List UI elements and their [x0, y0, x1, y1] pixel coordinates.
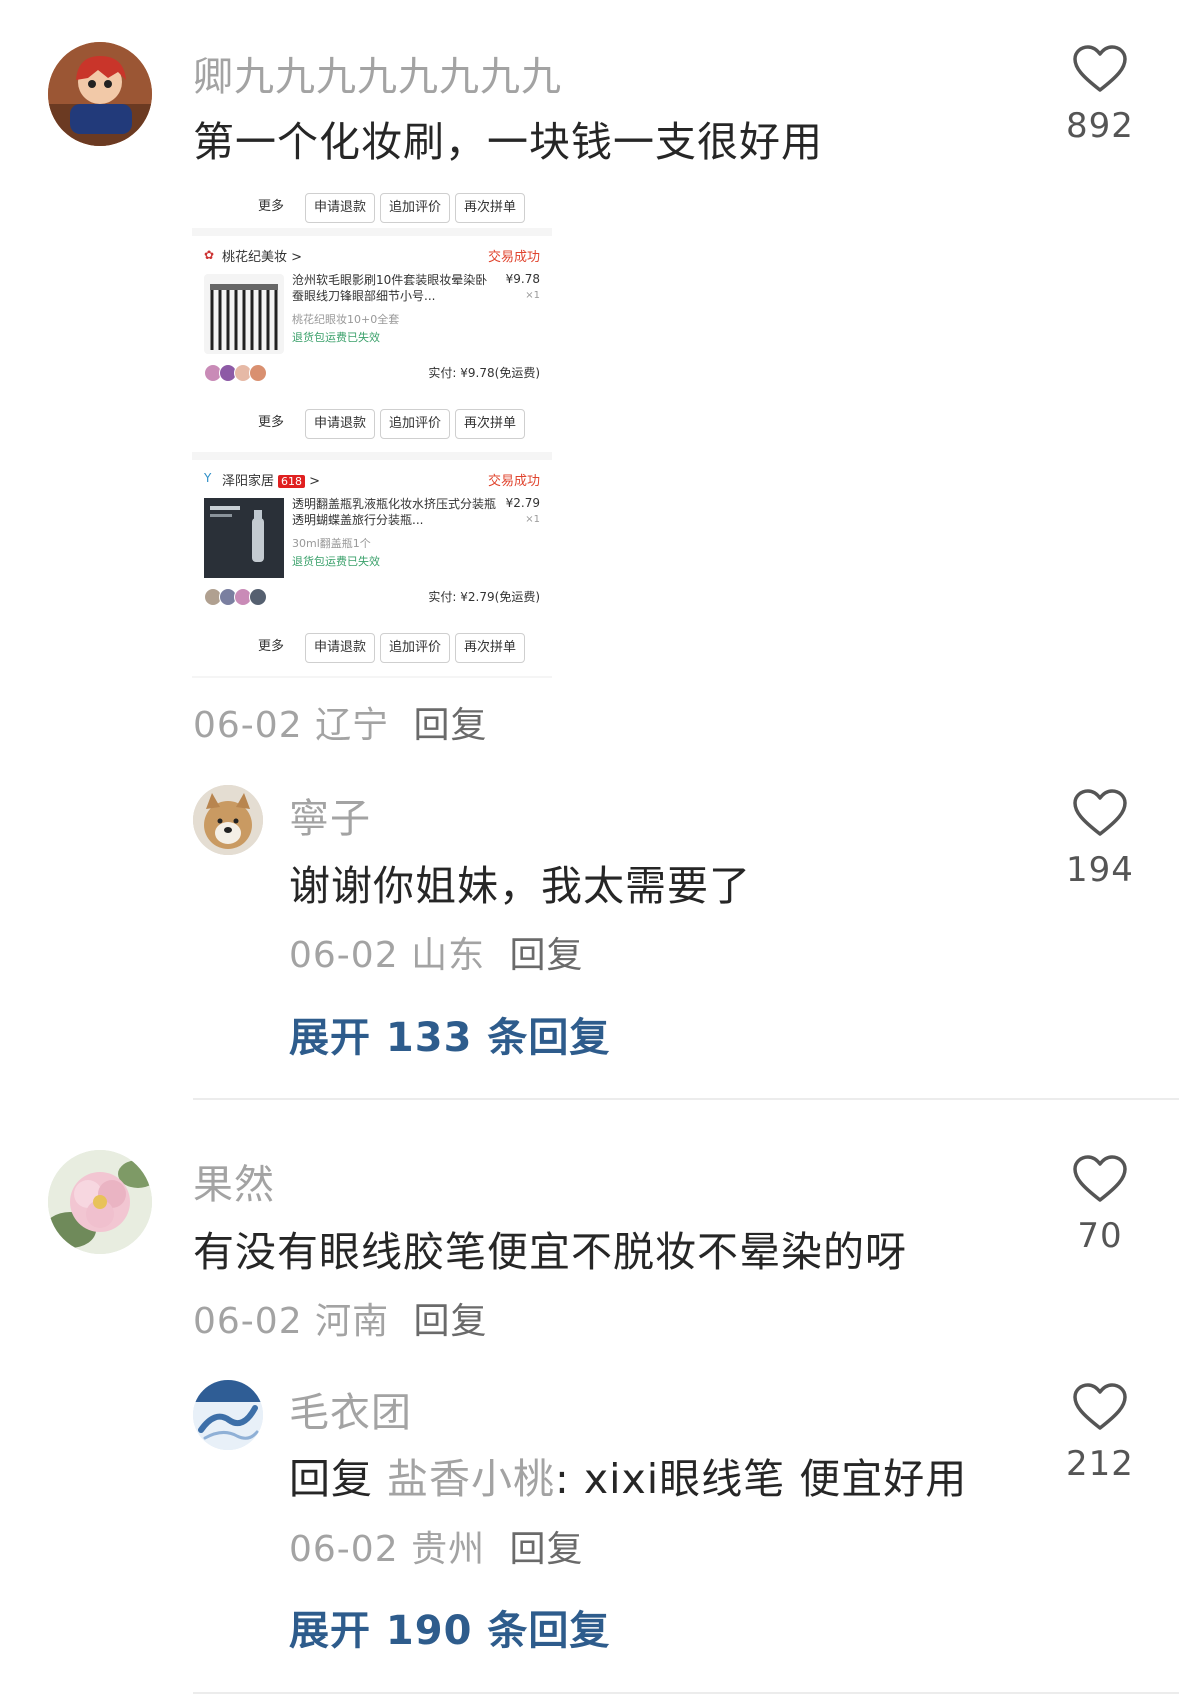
- comment-text: 谢谢你姐妹，我太需要了: [289, 862, 751, 910]
- username[interactable]: 卿九九九九九九九九: [193, 44, 562, 102]
- product-thumbnail: [204, 498, 284, 578]
- like-count: 212: [1066, 1444, 1134, 1484]
- comment-text: 有没有眼线胶笔便宜不脱妆不晕染的呀: [193, 1228, 907, 1276]
- buyer-avatars: [204, 588, 267, 606]
- shop-name: 桃花纪美妆 >: [222, 250, 303, 265]
- comment-location: 辽宁: [315, 705, 390, 746]
- paid-amount: 实付: ¥2.79(免运费): [428, 590, 540, 604]
- promo-badge: 618: [278, 475, 306, 488]
- heart-icon: [1073, 789, 1127, 836]
- like-button[interactable]: 194: [1040, 788, 1160, 890]
- username[interactable]: 果然: [193, 1152, 275, 1210]
- product-title: 沧州软毛眼影刷10件套装眼妆晕染卧蚕眼线刀锋眼部细节小号...: [292, 273, 488, 303]
- comment-meta: 06-02 山东 回复: [289, 926, 584, 978]
- more-button: 更多: [258, 639, 285, 654]
- divider: [193, 1098, 1179, 1100]
- product-qty: ×1: [525, 290, 540, 301]
- rebuy-button: 再次拼单: [455, 633, 525, 663]
- comment-date: 06-02: [193, 705, 303, 746]
- shop-icon: ✿: [204, 248, 215, 262]
- product-title: 透明翻盖瓶乳液瓶化妆水挤压式分装瓶透明蝴蝶盖旅行分装瓶...: [292, 497, 497, 527]
- username[interactable]: 毛衣团: [289, 1380, 412, 1438]
- more-button: 更多: [258, 199, 285, 214]
- heart-icon: [1073, 1155, 1127, 1202]
- comment-date: 06-02: [193, 1301, 303, 1342]
- product-price: ¥9.78: [505, 272, 540, 286]
- buyer-avatars: [204, 364, 267, 382]
- paid-amount: 实付: ¥9.78(免运费): [428, 366, 540, 380]
- more-button: 更多: [258, 415, 285, 430]
- like-count: 70: [1077, 1216, 1123, 1256]
- order-buttons-row: 更多 申请退款 追加评价 再次拼单: [192, 188, 552, 228]
- like-button[interactable]: 212: [1040, 1382, 1160, 1484]
- mention-username[interactable]: 盐香小桃: [387, 1455, 555, 1503]
- refund-button: 申请退款: [305, 633, 375, 663]
- comment-location: 河南: [315, 1301, 390, 1342]
- comment-location: 贵州: [411, 1529, 486, 1570]
- comment-meta: 06-02 贵州 回复: [289, 1520, 584, 1572]
- review-button: 追加评价: [380, 409, 450, 439]
- product-price: ¥2.79: [505, 496, 540, 510]
- refund-button: 申请退款: [305, 409, 375, 439]
- reply-prefix: 回复: [289, 1455, 373, 1503]
- review-button: 追加评价: [380, 193, 450, 223]
- heart-icon: [1073, 1383, 1127, 1430]
- order-buttons-row: 更多 申请退款 追加评价 再次拼单: [192, 404, 552, 444]
- review-button: 追加评价: [380, 633, 450, 663]
- heart-icon: [1073, 45, 1127, 92]
- reply-button[interactable]: 回复: [510, 1529, 584, 1570]
- rebuy-button: 再次拼单: [455, 409, 525, 439]
- reply-button[interactable]: 回复: [414, 1301, 488, 1342]
- product-thumbnail: [204, 274, 284, 354]
- comment-date: 06-02: [289, 935, 399, 976]
- refund-button: 申请退款: [305, 193, 375, 223]
- like-count: 892: [1066, 106, 1134, 146]
- comment-text: 第一个化妆刷，一块钱一支很好用: [193, 118, 823, 166]
- avatar[interactable]: [193, 785, 263, 855]
- username[interactable]: 寧子: [289, 786, 371, 844]
- shop-name: 泽阳家居 618 >: [222, 474, 321, 489]
- product-spec: 30ml翻盖瓶1个: [292, 537, 371, 550]
- reply-button[interactable]: 回复: [414, 705, 488, 746]
- comment-meta: 06-02 辽宁 回复: [193, 696, 488, 748]
- rebuy-button: 再次拼单: [455, 193, 525, 223]
- reply-text: : xixi眼线笔 便宜好用: [555, 1455, 968, 1503]
- shop-icon: Y: [204, 471, 212, 485]
- return-note: 退货包运费已失效: [292, 331, 380, 344]
- reply-button[interactable]: 回复: [510, 935, 584, 976]
- comment-text: 回复 盐香小桃: xixi眼线笔 便宜好用: [289, 1445, 967, 1505]
- product-spec: 桃花纪眼妆10+0全套: [292, 313, 400, 326]
- order-status: 交易成功: [487, 474, 540, 489]
- comment-image[interactable]: 更多 申请退款 追加评价 再次拼单 ✿ 桃花纪美妆 > 交易成功 沧州软毛眼影刷…: [192, 188, 552, 678]
- return-note: 退货包运费已失效: [292, 555, 380, 568]
- avatar[interactable]: [193, 1380, 263, 1450]
- comment-location: 山东: [411, 935, 486, 976]
- product-qty: ×1: [525, 514, 540, 525]
- order-status: 交易成功: [487, 250, 540, 265]
- expand-replies-button[interactable]: 展开 190 条回复: [289, 1598, 610, 1656]
- comment-date: 06-02: [289, 1529, 399, 1570]
- order-card: Y 泽阳家居 618 > 交易成功 透明翻盖瓶乳液瓶化妆水挤压式分装瓶透明蝴蝶盖旅…: [192, 460, 552, 676]
- order-buttons-row: 更多 申请退款 追加评价 再次拼单: [192, 628, 552, 668]
- expand-replies-button[interactable]: 展开 133 条回复: [289, 1005, 610, 1063]
- avatar[interactable]: [48, 1150, 152, 1254]
- avatar[interactable]: [48, 42, 152, 146]
- like-button[interactable]: 70: [1040, 1154, 1160, 1256]
- order-card: ✿ 桃花纪美妆 > 交易成功 沧州软毛眼影刷10件套装眼妆晕染卧蚕眼线刀锋眼部细…: [192, 236, 552, 452]
- like-count: 194: [1066, 850, 1134, 890]
- divider: [193, 1692, 1179, 1694]
- comment-meta: 06-02 河南 回复: [193, 1292, 488, 1344]
- like-button[interactable]: 892: [1040, 44, 1160, 146]
